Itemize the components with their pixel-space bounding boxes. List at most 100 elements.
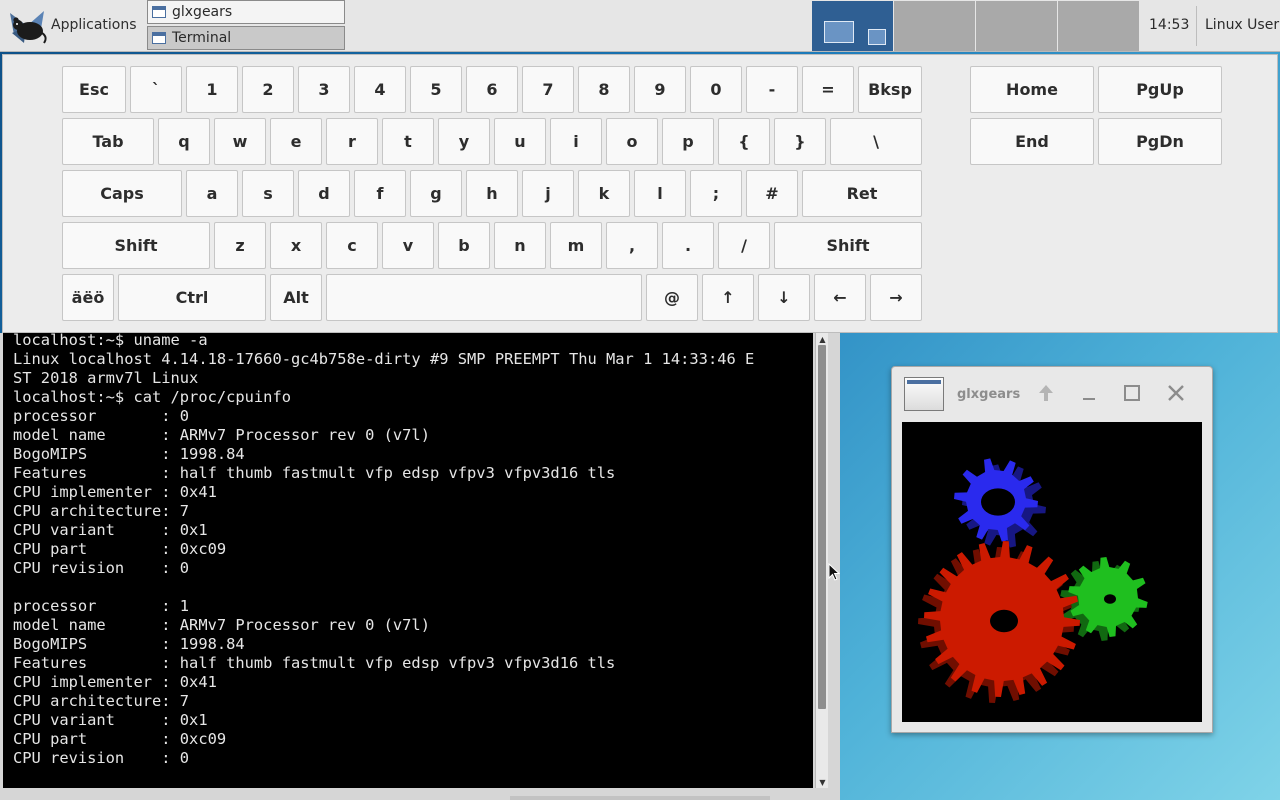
key-right-brace[interactable]: } <box>774 118 826 165</box>
key-shift[interactable]: Shift <box>62 222 210 269</box>
key-comma[interactable]: , <box>606 222 658 269</box>
applications-menu-button[interactable]: Applications <box>0 0 142 52</box>
key-3[interactable]: 3 <box>298 66 350 113</box>
key-t[interactable]: t <box>382 118 434 165</box>
top-panel: Applications glxgears Terminal 14:53 Lin… <box>0 0 1280 52</box>
terminal-line: model name : ARMv7 Processor rev 0 (v7l) <box>13 616 430 634</box>
window-title: glxgears <box>957 387 1021 402</box>
key-semicolon[interactable]: ; <box>690 170 742 217</box>
key-period[interactable]: . <box>662 222 714 269</box>
applications-label: Applications <box>51 17 137 33</box>
terminal-line: BogoMIPS : 1998.84 <box>13 445 245 463</box>
key-y[interactable]: y <box>438 118 490 165</box>
workspace-1[interactable] <box>812 1 893 51</box>
arrow-up-icon[interactable] <box>1035 382 1057 404</box>
key-0[interactable]: 0 <box>690 66 742 113</box>
key-s[interactable]: s <box>242 170 294 217</box>
window-icon[interactable] <box>904 377 944 411</box>
key-left-brace[interactable]: { <box>718 118 770 165</box>
key-h[interactable]: h <box>466 170 518 217</box>
key-p[interactable]: p <box>662 118 714 165</box>
key-i[interactable]: i <box>550 118 602 165</box>
key-page-down[interactable]: PgDn <box>1098 118 1222 165</box>
terminal-line: Linux localhost 4.14.18-17660-gc4b758e-d… <box>13 350 755 368</box>
key-b[interactable]: b <box>438 222 490 269</box>
clock[interactable]: 14:53 <box>1149 17 1189 33</box>
key-z[interactable]: z <box>214 222 266 269</box>
key-at[interactable]: @ <box>646 274 698 321</box>
key-7[interactable]: 7 <box>522 66 574 113</box>
key-backslash[interactable]: \ <box>830 118 922 165</box>
key-5[interactable]: 5 <box>410 66 462 113</box>
key-m[interactable]: m <box>550 222 602 269</box>
workspace-3[interactable] <box>976 1 1057 51</box>
close-icon[interactable] <box>1165 382 1187 404</box>
terminal-resize-handle[interactable] <box>510 796 770 800</box>
key-q[interactable]: q <box>158 118 210 165</box>
workspace-4[interactable] <box>1058 1 1139 51</box>
scrollbar-thumb[interactable] <box>818 345 826 709</box>
key-slash[interactable]: / <box>718 222 770 269</box>
scroll-up-icon[interactable]: ▲ <box>817 334 828 344</box>
terminal-scrollbar[interactable]: ▲ ▼ <box>815 333 828 788</box>
key-arrow-up[interactable]: ↑ <box>702 274 754 321</box>
taskbar-item-label: glxgears <box>172 4 233 20</box>
key-arrow-right[interactable]: → <box>870 274 922 321</box>
key-ctrl[interactable]: Ctrl <box>118 274 266 321</box>
key-escape[interactable]: Esc <box>62 66 126 113</box>
terminal-line: model name : ARMv7 Processor rev 0 (v7l) <box>13 426 430 444</box>
key-u[interactable]: u <box>494 118 546 165</box>
key-a[interactable]: a <box>186 170 238 217</box>
key-n[interactable]: n <box>494 222 546 269</box>
key-l[interactable]: l <box>634 170 686 217</box>
key-backspace[interactable]: Bksp <box>858 66 922 113</box>
taskbar-item-glxgears[interactable]: glxgears <box>147 0 345 24</box>
terminal-output[interactable]: localhost:~$ uname -a Linux localhost 4.1… <box>3 333 813 788</box>
key-arrow-left[interactable]: ← <box>814 274 866 321</box>
window-icon <box>152 32 166 44</box>
key-home[interactable]: Home <box>970 66 1094 113</box>
gear-blue <box>954 458 1046 548</box>
key-space[interactable] <box>326 274 642 321</box>
terminal-line: CPU variant : 0x1 <box>13 521 208 539</box>
key-minus[interactable]: - <box>746 66 798 113</box>
key-accents[interactable]: äëö <box>62 274 114 321</box>
key-4[interactable]: 4 <box>354 66 406 113</box>
key-g[interactable]: g <box>410 170 462 217</box>
key-equals[interactable]: = <box>802 66 854 113</box>
key-9[interactable]: 9 <box>634 66 686 113</box>
key-8[interactable]: 8 <box>578 66 630 113</box>
key-f[interactable]: f <box>354 170 406 217</box>
user-menu[interactable]: Linux User <box>1205 17 1279 33</box>
key-hash[interactable]: # <box>746 170 798 217</box>
scroll-down-icon[interactable]: ▼ <box>817 777 828 787</box>
key-k[interactable]: k <box>578 170 630 217</box>
key-w[interactable]: w <box>214 118 266 165</box>
key-x[interactable]: x <box>270 222 322 269</box>
key-backtick[interactable]: ` <box>130 66 182 113</box>
key-arrow-down[interactable]: ↓ <box>758 274 810 321</box>
maximize-icon[interactable] <box>1121 382 1143 404</box>
workspace-2[interactable] <box>894 1 975 51</box>
key-2[interactable]: 2 <box>242 66 294 113</box>
key-6[interactable]: 6 <box>466 66 518 113</box>
key-end[interactable]: End <box>970 118 1094 165</box>
key-alt[interactable]: Alt <box>270 274 322 321</box>
key-v[interactable]: v <box>382 222 434 269</box>
terminal-line: CPU part : 0xc09 <box>13 730 227 748</box>
glxgears-window: glxgears <box>891 366 1213 733</box>
key-j[interactable]: j <box>522 170 574 217</box>
key-d[interactable]: d <box>298 170 350 217</box>
key-shift[interactable]: Shift <box>774 222 922 269</box>
key-page-up[interactable]: PgUp <box>1098 66 1222 113</box>
key-caps-lock[interactable]: Caps <box>62 170 182 217</box>
key-return[interactable]: Ret <box>802 170 922 217</box>
key-e[interactable]: e <box>270 118 322 165</box>
key-r[interactable]: r <box>326 118 378 165</box>
key-tab[interactable]: Tab <box>62 118 154 165</box>
key-o[interactable]: o <box>606 118 658 165</box>
key-c[interactable]: c <box>326 222 378 269</box>
minimize-icon[interactable] <box>1078 382 1100 404</box>
key-1[interactable]: 1 <box>186 66 238 113</box>
taskbar-item-terminal[interactable]: Terminal <box>147 26 345 50</box>
